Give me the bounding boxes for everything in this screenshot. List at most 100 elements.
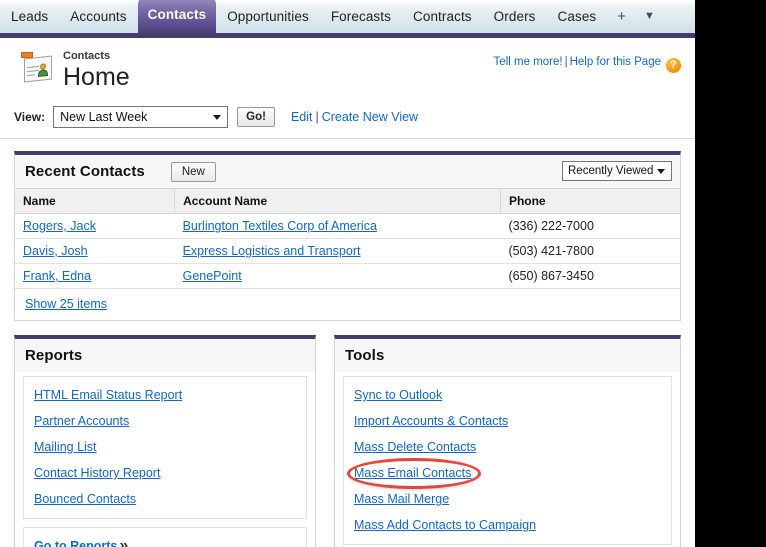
primary-tab-bar: Leads Accounts Contacts Opportunities Fo… — [0, 0, 695, 38]
bottom-panels: Reports HTML Email Status Report Partner… — [14, 335, 681, 547]
view-select-value: New Last Week — [60, 110, 148, 124]
tab-list: Leads Accounts Contacts Opportunities Fo… — [0, 0, 667, 33]
go-to-reports-link[interactable]: Go to Reports — [34, 539, 117, 547]
cell-phone: (503) 421-7800 — [500, 238, 680, 264]
list-item: Mass Add Contacts to Campaign — [354, 517, 661, 533]
chevron-down-icon — [213, 115, 222, 120]
go-button[interactable]: Go! — [237, 107, 275, 127]
report-link-html-email-status[interactable]: HTML Email Status Report — [34, 388, 182, 402]
report-link-bounced-contacts[interactable]: Bounced Contacts — [34, 492, 136, 506]
view-links: Edit | Create New View — [291, 110, 418, 124]
edit-view-link[interactable]: Edit — [291, 110, 313, 124]
tab-contracts[interactable]: Contracts — [402, 0, 483, 33]
tools-link-list: Sync to Outlook Import Accounts & Contac… — [343, 376, 672, 545]
cell-name: Rogers, Jack — [15, 213, 175, 239]
tab-contacts[interactable]: Contacts — [137, 0, 217, 33]
reports-header: Reports — [15, 339, 315, 372]
account-link[interactable]: Express Logistics and Transport — [183, 244, 361, 258]
help-for-page-link[interactable]: Help for this Page — [570, 56, 661, 68]
report-link-mailing-list[interactable]: Mailing List — [34, 440, 97, 454]
report-link-contact-history[interactable]: Contact History Report — [34, 466, 160, 480]
view-label: View: — [14, 110, 46, 124]
recent-contacts-panel: Recent Contacts New Recently Viewed Name… — [14, 151, 681, 321]
contact-link[interactable]: Rogers, Jack — [23, 219, 96, 233]
tab-opportunities[interactable]: Opportunities — [216, 0, 320, 33]
recent-filter-value: Recently Viewed — [568, 165, 654, 177]
tool-link-mass-add-contacts-to-campaign[interactable]: Mass Add Contacts to Campaign — [354, 518, 536, 532]
list-item: Mass Mail Merge — [354, 491, 661, 507]
list-item: HTML Email Status Report — [34, 387, 296, 403]
list-item: Bounced Contacts — [34, 491, 296, 507]
table-row: Rogers, Jack Burlington Textiles Corp of… — [15, 213, 680, 239]
tool-link-mass-mail-merge[interactable]: Mass Mail Merge — [354, 492, 449, 506]
view-selector-row: View: New Last Week Go! Edit | Create New … — [0, 102, 695, 132]
tool-link-import-accounts-contacts[interactable]: Import Accounts & Contacts — [354, 414, 508, 428]
tab-orders[interactable]: Orders — [483, 0, 547, 33]
cell-account: GenePoint — [174, 263, 501, 289]
list-item: Sync to Outlook — [354, 387, 661, 403]
cell-name: Frank, Edna — [15, 263, 175, 289]
view-select[interactable]: New Last Week — [53, 106, 229, 128]
reports-link-list: HTML Email Status Report Partner Account… — [23, 376, 307, 519]
list-item: Mass Email Contacts — [347, 458, 661, 489]
list-item: Import Accounts & Contacts — [354, 413, 661, 429]
column-header-name[interactable]: Name — [15, 188, 176, 214]
header-help-links: Tell me more! | Help for this Page? — [494, 56, 681, 73]
chevron-down-icon[interactable]: ▼ — [636, 0, 667, 33]
recent-contacts-title: Recent Contacts — [25, 163, 145, 180]
cell-phone: (650) 867-3450 — [500, 263, 680, 289]
tool-link-sync-to-outlook[interactable]: Sync to Outlook — [354, 388, 442, 402]
contacts-icon — [20, 52, 54, 85]
page-title-block: Contacts Home — [63, 48, 130, 92]
contact-link[interactable]: Frank, Edna — [23, 269, 91, 283]
recent-filter-select[interactable]: Recently Viewed — [562, 161, 672, 181]
tab-cases[interactable]: Cases — [547, 0, 608, 33]
tool-link-mass-delete-contacts[interactable]: Mass Delete Contacts — [354, 440, 476, 454]
tab-leads[interactable]: Leads — [0, 0, 59, 33]
tab-accounts[interactable]: Accounts — [59, 0, 137, 33]
mass-email-highlight-wrap: Mass Email Contacts — [347, 458, 482, 489]
reports-footer: Go to Reports» — [23, 527, 307, 547]
table-row: Davis, Josh Express Logistics and Transp… — [15, 238, 680, 264]
double-chevron-icon: » — [119, 537, 129, 547]
tab-forecasts[interactable]: Forecasts — [320, 0, 402, 33]
show-items-row: Show 25 items — [15, 289, 680, 320]
create-new-view-link[interactable]: Create New View — [322, 110, 418, 124]
help-question-icon[interactable]: ? — [666, 58, 681, 73]
list-item: Mailing List — [34, 439, 296, 455]
cell-name: Davis, Josh — [15, 238, 175, 264]
list-item: Mass Delete Contacts — [354, 439, 661, 455]
salesforce-page: Leads Accounts Contacts Opportunities Fo… — [0, 0, 695, 547]
screenshot-root: Leads Accounts Contacts Opportunities Fo… — [0, 0, 766, 547]
list-item: Partner Accounts — [34, 413, 296, 429]
view-link-separator: | — [315, 110, 319, 124]
new-contact-button[interactable]: New — [170, 161, 216, 182]
recent-contacts-table: Name Account Name Phone Rogers, Jack Bur… — [15, 188, 680, 289]
cell-account: Burlington Textiles Corp of America — [174, 213, 501, 239]
tool-link-mass-email-contacts[interactable]: Mass Email Contacts — [354, 466, 471, 480]
tools-panel: Tools Sync to Outlook Import Accounts & … — [334, 335, 681, 547]
page-header: Contacts Home Tell me more! | Help for thi… — [0, 38, 695, 100]
tools-title: Tools — [345, 347, 385, 364]
contact-link[interactable]: Davis, Josh — [23, 244, 88, 258]
report-link-partner-accounts[interactable]: Partner Accounts — [34, 414, 129, 428]
list-item: Contact History Report — [34, 465, 296, 481]
tell-me-more-link[interactable]: Tell me more! — [494, 56, 563, 68]
add-tab-icon[interactable]: + — [607, 0, 636, 33]
reports-title: Reports — [25, 347, 83, 364]
cell-phone: (336) 222-7000 — [500, 213, 680, 239]
account-link[interactable]: Burlington Textiles Corp of America — [183, 219, 377, 233]
cell-account: Express Logistics and Transport — [174, 238, 501, 264]
tools-header: Tools — [335, 339, 680, 372]
show-25-items-link[interactable]: Show 25 items — [25, 297, 107, 311]
recent-contacts-header: Recent Contacts New Recently Viewed — [15, 155, 680, 188]
page-kicker: Contacts — [63, 50, 111, 62]
header-link-separator: | — [564, 56, 568, 68]
column-header-phone[interactable]: Phone — [500, 188, 680, 214]
account-link[interactable]: GenePoint — [183, 269, 242, 283]
table-header-row: Name Account Name Phone — [15, 188, 680, 214]
chevron-down-icon — [657, 169, 665, 174]
header-divider — [0, 138, 695, 139]
column-header-account[interactable]: Account Name — [174, 188, 501, 214]
reports-panel: Reports HTML Email Status Report Partner… — [14, 335, 316, 547]
